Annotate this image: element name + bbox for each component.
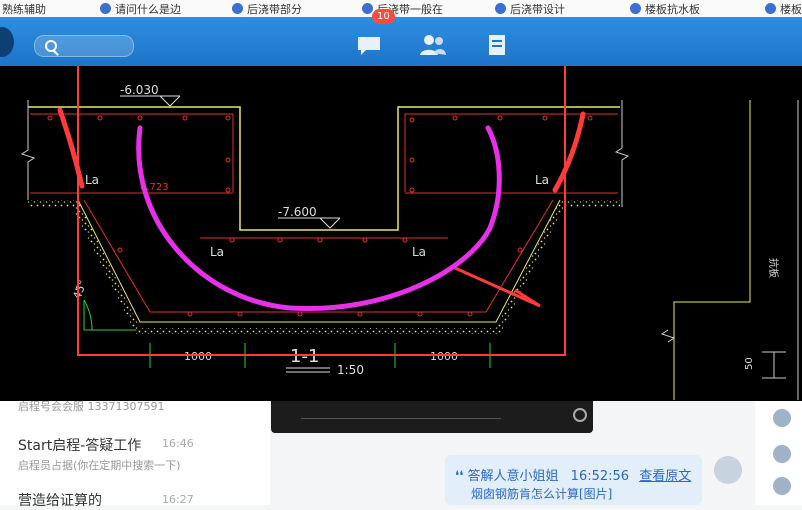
list-item-title[interactable]: 营造给证算的 bbox=[18, 490, 102, 510]
tab-label: 楼板 bbox=[780, 2, 802, 16]
hand-stroke bbox=[552, 111, 586, 193]
tab[interactable]: 楼板抗水板 bbox=[630, 0, 700, 17]
toolbar-divider bbox=[301, 406, 501, 419]
avatar[interactable] bbox=[773, 409, 791, 427]
list-item-title[interactable]: Start启程-答疑工作 bbox=[18, 435, 141, 455]
image-viewer-toolbar bbox=[271, 400, 593, 433]
avatar[interactable] bbox=[0, 27, 14, 57]
avatar[interactable] bbox=[773, 445, 791, 463]
browser-tab-strip: 熟练辅助 请问什么是边 后浇带部分 后浇带一般在 后浇带设计 楼板抗水板 楼板 bbox=[0, 0, 802, 18]
search-icon bbox=[45, 40, 57, 52]
paw-icon bbox=[232, 3, 243, 14]
angle-text: 45° bbox=[71, 278, 90, 301]
tab[interactable]: 熟练辅助 bbox=[2, 0, 46, 17]
rebar-dots bbox=[47, 115, 593, 317]
conversation-list: 启程号会会服 13371307591 Start启程-答疑工作 16:46 启程… bbox=[0, 395, 270, 509]
tab[interactable]: 请问什么是边 bbox=[100, 0, 181, 17]
paw-icon bbox=[495, 3, 506, 14]
list-item-subtitle: 启程员占据(你在定期中搜索一下) bbox=[18, 459, 181, 472]
contacts-icon[interactable] bbox=[420, 33, 446, 57]
tab[interactable]: 后浇带设计 bbox=[495, 0, 565, 17]
list-item-time: 16:27 bbox=[162, 493, 194, 506]
search-input[interactable] bbox=[34, 35, 134, 57]
message-header: ❛❛ 答解人意小姐姐 16:52:56 查看原文 bbox=[455, 465, 691, 484]
quote-icon: ❛❛ bbox=[455, 469, 468, 484]
cad-drawing: 1000 1000 -6.030 -7.600 La La La La 0.72… bbox=[20, 60, 799, 400]
avatar[interactable] bbox=[773, 477, 791, 495]
scale-text: 1:50 bbox=[337, 363, 364, 377]
message-sender: 答解人意小姐姐 bbox=[467, 469, 559, 484]
tab[interactable]: 后浇带部分 bbox=[232, 0, 302, 17]
la-label: La bbox=[85, 173, 99, 187]
detail-dimension bbox=[762, 351, 786, 379]
zoom-icon[interactable] bbox=[573, 408, 587, 422]
break-line-right bbox=[614, 100, 630, 207]
la-label: La bbox=[412, 245, 426, 259]
elevation-pit: -7.600 bbox=[278, 205, 317, 219]
slab-outline bbox=[28, 106, 620, 231]
member-sidebar bbox=[755, 395, 802, 505]
concrete-blinding bbox=[28, 200, 620, 334]
unread-badge: 10 bbox=[372, 9, 395, 24]
break-line-left bbox=[20, 100, 36, 200]
message-time: 16:52:56 bbox=[570, 469, 630, 484]
dim-right-text: 1000 bbox=[430, 350, 458, 363]
tab-label: 后浇带设计 bbox=[510, 2, 565, 16]
tab-label: 请问什么是边 bbox=[115, 2, 181, 16]
message-bubble[interactable]: ❛❛ 答解人意小姐姐 16:52:56 查看原文 烟囱钢筋肯怎么计算[图片] bbox=[445, 455, 702, 505]
chat-icon[interactable] bbox=[356, 33, 382, 57]
list-item-time: 16:46 bbox=[162, 437, 194, 450]
break-line bbox=[660, 329, 676, 343]
side-note: 抗板 bbox=[767, 258, 780, 278]
message-text: 烟囱钢筋肯怎么计算[图片] bbox=[471, 487, 613, 501]
elevation-marker bbox=[278, 217, 341, 229]
detail-outline bbox=[673, 100, 751, 400]
dim-fifty-text: 50 bbox=[744, 357, 755, 370]
paw-icon bbox=[362, 3, 373, 14]
la-label: La bbox=[210, 245, 224, 259]
documents-icon[interactable] bbox=[484, 33, 510, 57]
elevation-marker bbox=[120, 95, 181, 107]
view-original-link[interactable]: 查看原文 bbox=[639, 469, 691, 484]
tab-label: 楼板抗水板 bbox=[645, 2, 700, 16]
avatar[interactable] bbox=[714, 456, 742, 484]
tab-label: 后浇带部分 bbox=[247, 2, 302, 16]
section-title: 1-1 bbox=[290, 346, 319, 367]
paw-icon bbox=[100, 3, 111, 14]
rebar-lines bbox=[30, 113, 618, 313]
paw-icon bbox=[630, 3, 641, 14]
la-label: La bbox=[535, 173, 549, 187]
dim-left-text: 1000 bbox=[184, 350, 212, 363]
app-header bbox=[0, 17, 802, 67]
paw-icon bbox=[765, 3, 776, 14]
elevation-top: -6.030 bbox=[120, 83, 159, 97]
tab-label: 熟练辅助 bbox=[2, 2, 46, 16]
image-preview: 1000 1000 -6.030 -7.600 La La La La 0.72… bbox=[0, 60, 802, 401]
tab[interactable]: 楼板 bbox=[765, 0, 802, 17]
